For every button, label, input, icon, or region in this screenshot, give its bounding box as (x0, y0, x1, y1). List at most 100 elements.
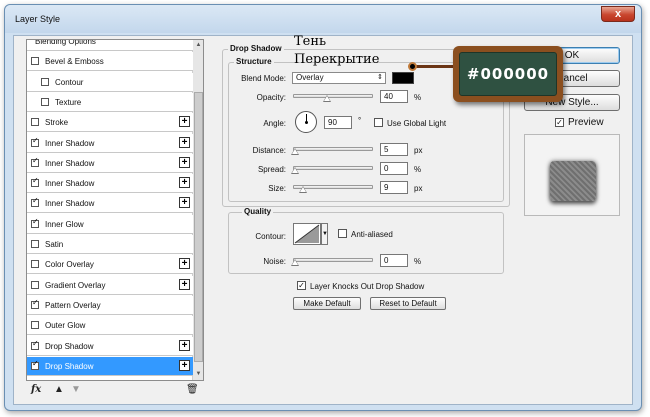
distance-input[interactable]: 5 (380, 143, 408, 156)
style-checkbox[interactable] (41, 97, 49, 106)
size-input[interactable]: 9 (380, 181, 408, 194)
scroll-up-arrow-icon[interactable]: ▲ (194, 41, 203, 50)
style-item-label: Stroke (45, 118, 69, 128)
contour-label: Contour: (255, 232, 286, 241)
preview-label: Preview (568, 117, 604, 128)
distance-slider-knob[interactable] (291, 148, 299, 155)
badge-text: #000000 (466, 65, 550, 83)
style-list-footer: fx ▲ ▼ 🗑 (26, 382, 204, 400)
make-default-button[interactable]: Make Default (293, 297, 361, 310)
add-effect-plus-icon[interactable]: + (179, 258, 190, 270)
layer-style-list: ▲ ▼ Blending Options Bevel & Emboss Contou… (26, 39, 204, 381)
distance-slider[interactable] (291, 147, 373, 155)
list-scrollbar[interactable]: ▲ ▼ (192, 40, 203, 380)
angle-dial[interactable] (295, 111, 317, 133)
contour-dropdown-icon[interactable]: ▼ (321, 223, 328, 245)
opacity-unit: % (414, 93, 422, 102)
checkmark-icon: ✓ (32, 358, 39, 368)
noise-input[interactable]: 0 (380, 254, 408, 267)
noise-slider-knob[interactable] (291, 259, 299, 266)
add-effect-plus-icon[interactable]: + (179, 177, 190, 189)
style-list-item[interactable]: Satin (27, 235, 193, 254)
style-list-item[interactable]: Color Overlay + (27, 255, 193, 275)
size-slider-knob[interactable] (299, 186, 307, 193)
style-checkbox[interactable] (31, 57, 39, 66)
style-list-item[interactable]: Blending Options (27, 40, 193, 51)
add-effect-plus-icon[interactable]: + (179, 197, 190, 209)
use-global-light-checkbox[interactable] (374, 118, 383, 127)
preview-checkbox[interactable]: ✓ (555, 118, 564, 127)
angle-label: Angle: (263, 119, 286, 128)
blend-mode-value: Overlay (296, 73, 324, 82)
shadow-color-swatch[interactable] (392, 72, 414, 84)
style-list-item[interactable]: ✓ Drop Shadow + (27, 356, 193, 376)
spread-label: Spread: (257, 165, 286, 174)
spread-unit: % (414, 165, 422, 174)
annotation-pointer-dot (408, 62, 417, 71)
size-unit: px (414, 184, 423, 193)
title-bar: Layer Style x (5, 5, 641, 33)
opacity-input[interactable]: 40 (380, 90, 408, 103)
opacity-slider-knob[interactable] (323, 95, 331, 102)
scroll-thumb[interactable] (194, 92, 203, 362)
style-checkbox[interactable] (41, 77, 49, 86)
style-list-item[interactable]: ✓ Drop Shadow + (27, 336, 193, 356)
style-list-item[interactable]: ✓ Inner Shadow + (27, 194, 193, 214)
knocks-out-checkbox[interactable]: ✓ (297, 281, 306, 290)
move-up-icon[interactable]: ▲ (54, 384, 64, 395)
close-button[interactable]: x (601, 6, 635, 22)
style-checkbox[interactable] (31, 260, 39, 269)
annotation-shadow: Тень (294, 34, 327, 49)
noise-unit: % (414, 257, 422, 266)
style-list-item[interactable]: Bevel & Emboss (27, 52, 193, 72)
preview-thumbnail (550, 161, 596, 201)
style-list-item[interactable]: ✓ Inner Glow (27, 214, 193, 234)
style-list-item[interactable]: ✓ Pattern Overlay (27, 295, 193, 315)
style-item-label: Inner Shadow (45, 199, 95, 209)
style-item-label: Inner Shadow (45, 179, 95, 189)
reset-to-default-button[interactable]: Reset to Default (370, 297, 446, 310)
contour-preview[interactable] (293, 223, 321, 245)
fx-icon[interactable]: fx (31, 384, 41, 395)
style-checkbox[interactable] (31, 280, 39, 289)
add-effect-plus-icon[interactable]: + (179, 156, 190, 168)
spread-slider-knob[interactable] (291, 167, 299, 174)
add-effect-plus-icon[interactable]: + (179, 339, 190, 351)
noise-slider[interactable] (291, 258, 373, 266)
checkmark-icon: ✓ (32, 297, 39, 307)
add-effect-plus-icon[interactable]: + (179, 116, 190, 128)
blend-mode-label: Blend Mode: (241, 74, 286, 83)
size-label: Size: (268, 184, 286, 193)
window-title: Layer Style (15, 14, 61, 24)
preview-box (524, 134, 620, 216)
style-list-item[interactable]: ✓ Inner Shadow + (27, 133, 193, 153)
style-list-item[interactable]: Outer Glow (27, 316, 193, 336)
style-item-label: Inner Glow (45, 219, 84, 229)
trash-icon[interactable]: 🗑 (186, 384, 199, 395)
size-slider[interactable] (293, 185, 373, 193)
style-checkbox[interactable] (31, 118, 39, 127)
style-list-item[interactable]: Texture (27, 92, 193, 112)
style-list-item[interactable]: Gradient Overlay + (27, 275, 193, 295)
anti-aliased-checkbox[interactable] (338, 229, 347, 238)
style-list-item[interactable]: ✓ Inner Shadow + (27, 174, 193, 194)
style-list-item[interactable]: ✓ Inner Shadow + (27, 153, 193, 173)
add-effect-plus-icon[interactable]: + (179, 359, 190, 371)
style-checkbox[interactable] (31, 321, 39, 330)
drop-shadow-title: Drop Shadow (228, 44, 284, 53)
style-list-item[interactable]: Stroke + (27, 113, 193, 133)
angle-dial-center (305, 121, 308, 124)
add-effect-plus-icon[interactable]: + (179, 136, 190, 148)
style-checkbox[interactable] (31, 240, 39, 248)
spread-slider[interactable] (291, 166, 373, 174)
add-effect-plus-icon[interactable]: + (179, 278, 190, 290)
move-down-icon[interactable]: ▼ (71, 384, 81, 395)
opacity-slider[interactable] (293, 94, 373, 102)
scroll-down-arrow-icon[interactable]: ▼ (194, 370, 203, 379)
blend-mode-select[interactable]: Overlay ⇕ (292, 72, 386, 84)
spread-input[interactable]: 0 (380, 162, 408, 175)
style-list-item[interactable]: Contour (27, 72, 193, 92)
angle-input[interactable]: 90 (324, 116, 352, 129)
knocks-out-label: Layer Knocks Out Drop Shadow (310, 282, 425, 291)
style-item-label: Pattern Overlay (45, 300, 101, 310)
